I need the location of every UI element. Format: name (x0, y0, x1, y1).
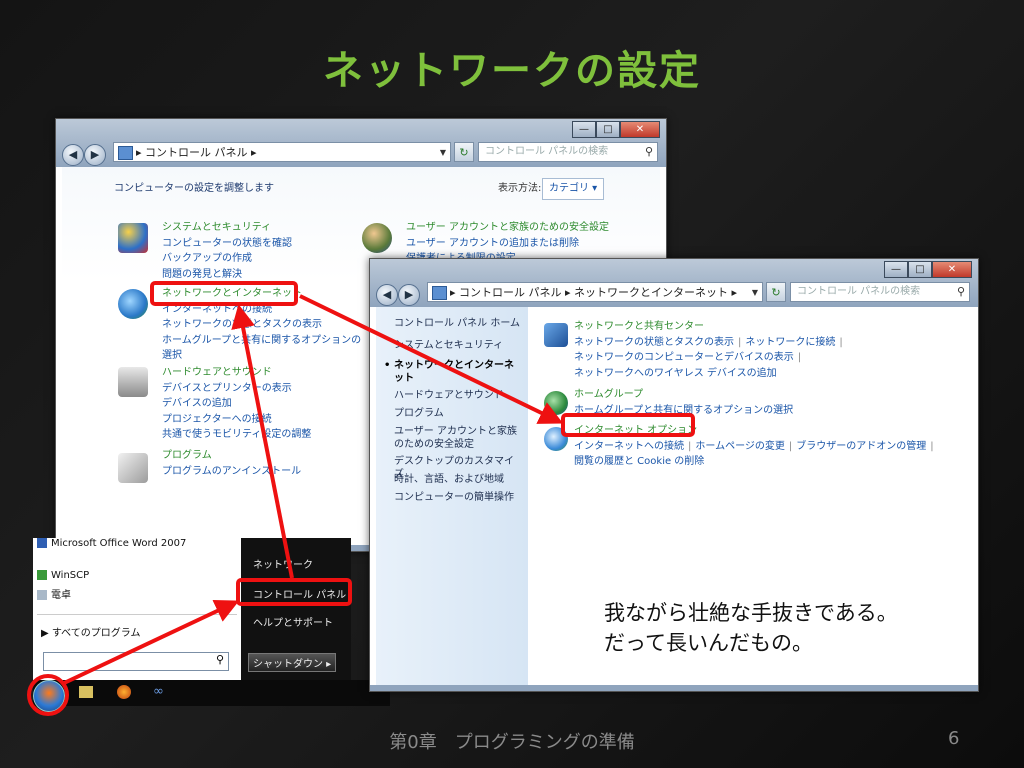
arrow-orb-to-control-panel (61, 599, 240, 686)
arrow-network-to-internet-options (299, 294, 564, 424)
slide-footer: 第0章 プログラミングの準備 (389, 732, 635, 753)
arrow-control-panel-to-network (231, 304, 294, 579)
page-number: 6 (948, 728, 960, 749)
annotation-arrows (61, 294, 564, 686)
